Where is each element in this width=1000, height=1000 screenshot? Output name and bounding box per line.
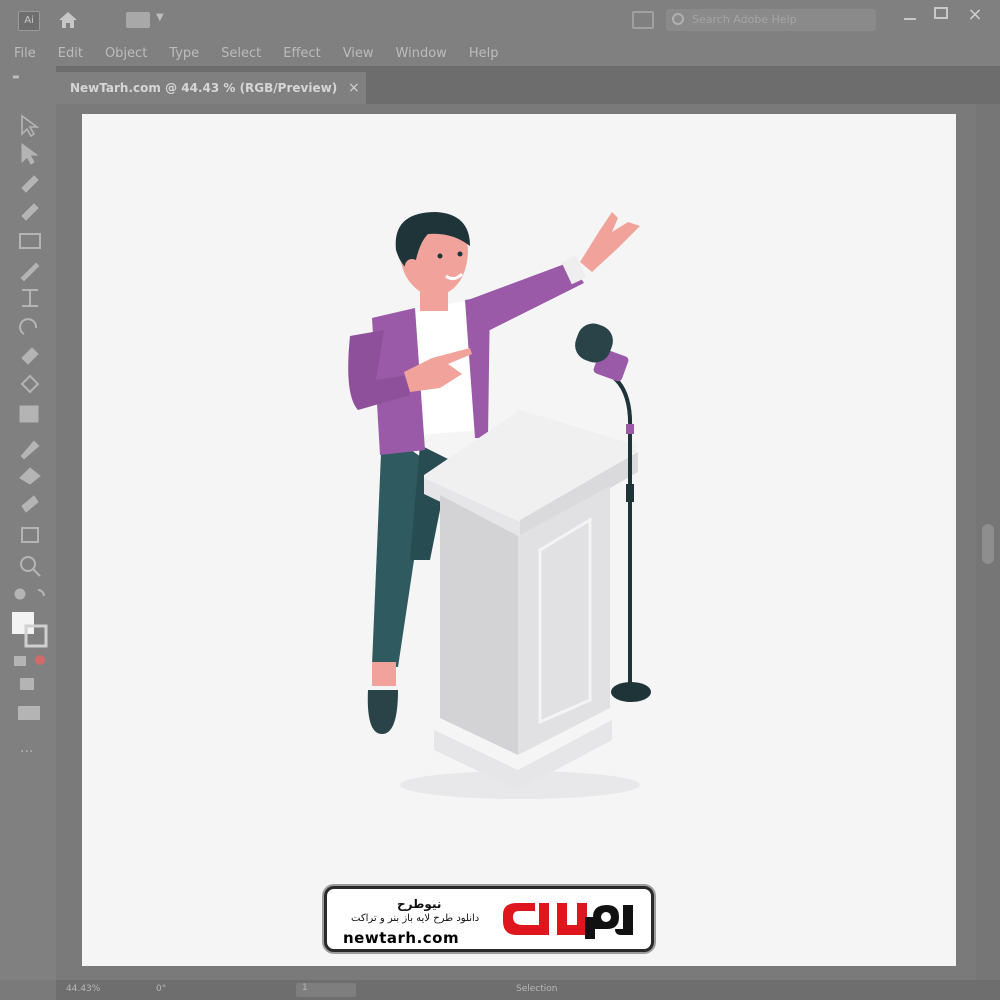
draw-mode-icon	[20, 678, 34, 690]
menu-file[interactable]: File	[14, 46, 36, 61]
eraser-tool-icon	[21, 347, 39, 365]
newtarh-logo-icon	[503, 903, 633, 939]
symbol-sprayer-tool-icon	[21, 495, 39, 513]
tools-panel: ▬ ···	[0, 66, 56, 980]
title-bar: Ai ▼ Search Adobe Help ×	[0, 0, 1000, 40]
help-search-input[interactable]: Search Adobe Help	[666, 9, 876, 31]
current-tool-label: Selection	[516, 984, 558, 994]
home-icon[interactable]	[56, 8, 80, 32]
free-transform-tool-icon	[19, 405, 39, 423]
screen-mode-icon	[18, 706, 40, 720]
maximize-icon[interactable]	[934, 7, 948, 19]
scrollbar-thumb[interactable]	[982, 524, 994, 564]
menu-window[interactable]: Window	[396, 46, 447, 61]
pen-tool-icon	[21, 175, 39, 193]
document-tab-label: NewTarh.com @ 44.43 % (RGB/Preview)	[70, 81, 338, 95]
selection-tool-icon	[21, 114, 40, 138]
menu-object[interactable]: Object	[105, 46, 147, 61]
menu-type[interactable]: Type	[169, 46, 199, 61]
arrange-documents-icon[interactable]	[632, 11, 654, 29]
menu-help[interactable]: Help	[469, 46, 499, 61]
fill-color-swatch	[12, 612, 34, 634]
menu-select[interactable]: Select	[221, 46, 261, 61]
speaker-illustration	[348, 212, 651, 799]
rotate-tool-icon	[19, 318, 38, 335]
tool-icons: ···	[12, 114, 48, 760]
color-mode-icon	[14, 656, 26, 666]
menu-edit[interactable]: Edit	[58, 46, 83, 61]
more-tools-icon: ···	[20, 744, 33, 760]
eyedropper-tool-icon	[20, 440, 40, 460]
curvature-tool-icon	[21, 203, 39, 221]
status-bar: 44.43% 0° 1 Selection	[56, 980, 1000, 1000]
search-icon	[672, 13, 684, 25]
default-colors-icon	[14, 588, 26, 600]
watermark-url: newtarh.com	[343, 929, 460, 947]
app-logo-icon: Ai	[18, 11, 40, 31]
document-tab[interactable]: NewTarh.com @ 44.43 % (RGB/Preview) ×	[56, 72, 366, 104]
menu-effect[interactable]: Effect	[283, 46, 320, 61]
artboard[interactable]	[82, 114, 956, 966]
shape-builder-tool-icon	[20, 374, 40, 394]
rotate-view-field[interactable]: 0°	[156, 984, 166, 994]
watermark-title: نیوطرح	[397, 897, 442, 911]
paintbrush-tool-icon	[20, 262, 40, 282]
direct-selection-tool-icon	[21, 143, 39, 165]
chevron-down-icon[interactable]: ▼	[156, 12, 164, 23]
zoom-tool-icon	[20, 556, 36, 572]
document-tab-bar: NewTarh.com @ 44.43 % (RGB/Preview) ×	[56, 66, 1000, 104]
workspace-switcher-icon[interactable]	[126, 12, 150, 28]
minimize-icon[interactable]	[900, 8, 920, 28]
zoom-level-field[interactable]: 44.43%	[66, 984, 100, 994]
artboard-navigation-field[interactable]: 1	[296, 983, 356, 997]
tab-close-icon[interactable]: ×	[348, 80, 360, 96]
rectangle-tool-icon	[19, 233, 41, 249]
watermark-subtitle: دانلود طرح لایه باز بنر و تراکت	[351, 913, 480, 924]
search-placeholder: Search Adobe Help	[692, 13, 797, 26]
vertical-scrollbar[interactable]	[976, 104, 1000, 980]
width-tool-icon	[22, 289, 38, 307]
newtarh-watermark: نیوطرح دانلود طرح لایه باز بنر و تراکت n…	[324, 886, 654, 952]
artboard-tool-icon	[21, 527, 39, 543]
blend-tool-icon	[19, 467, 41, 485]
gradient-mode-icon	[35, 655, 45, 665]
swap-colors-icon	[37, 589, 45, 597]
close-icon[interactable]: ×	[964, 4, 986, 26]
menu-bar: File Edit Object Type Select Effect View…	[0, 40, 1000, 66]
menu-view[interactable]: View	[343, 46, 374, 61]
